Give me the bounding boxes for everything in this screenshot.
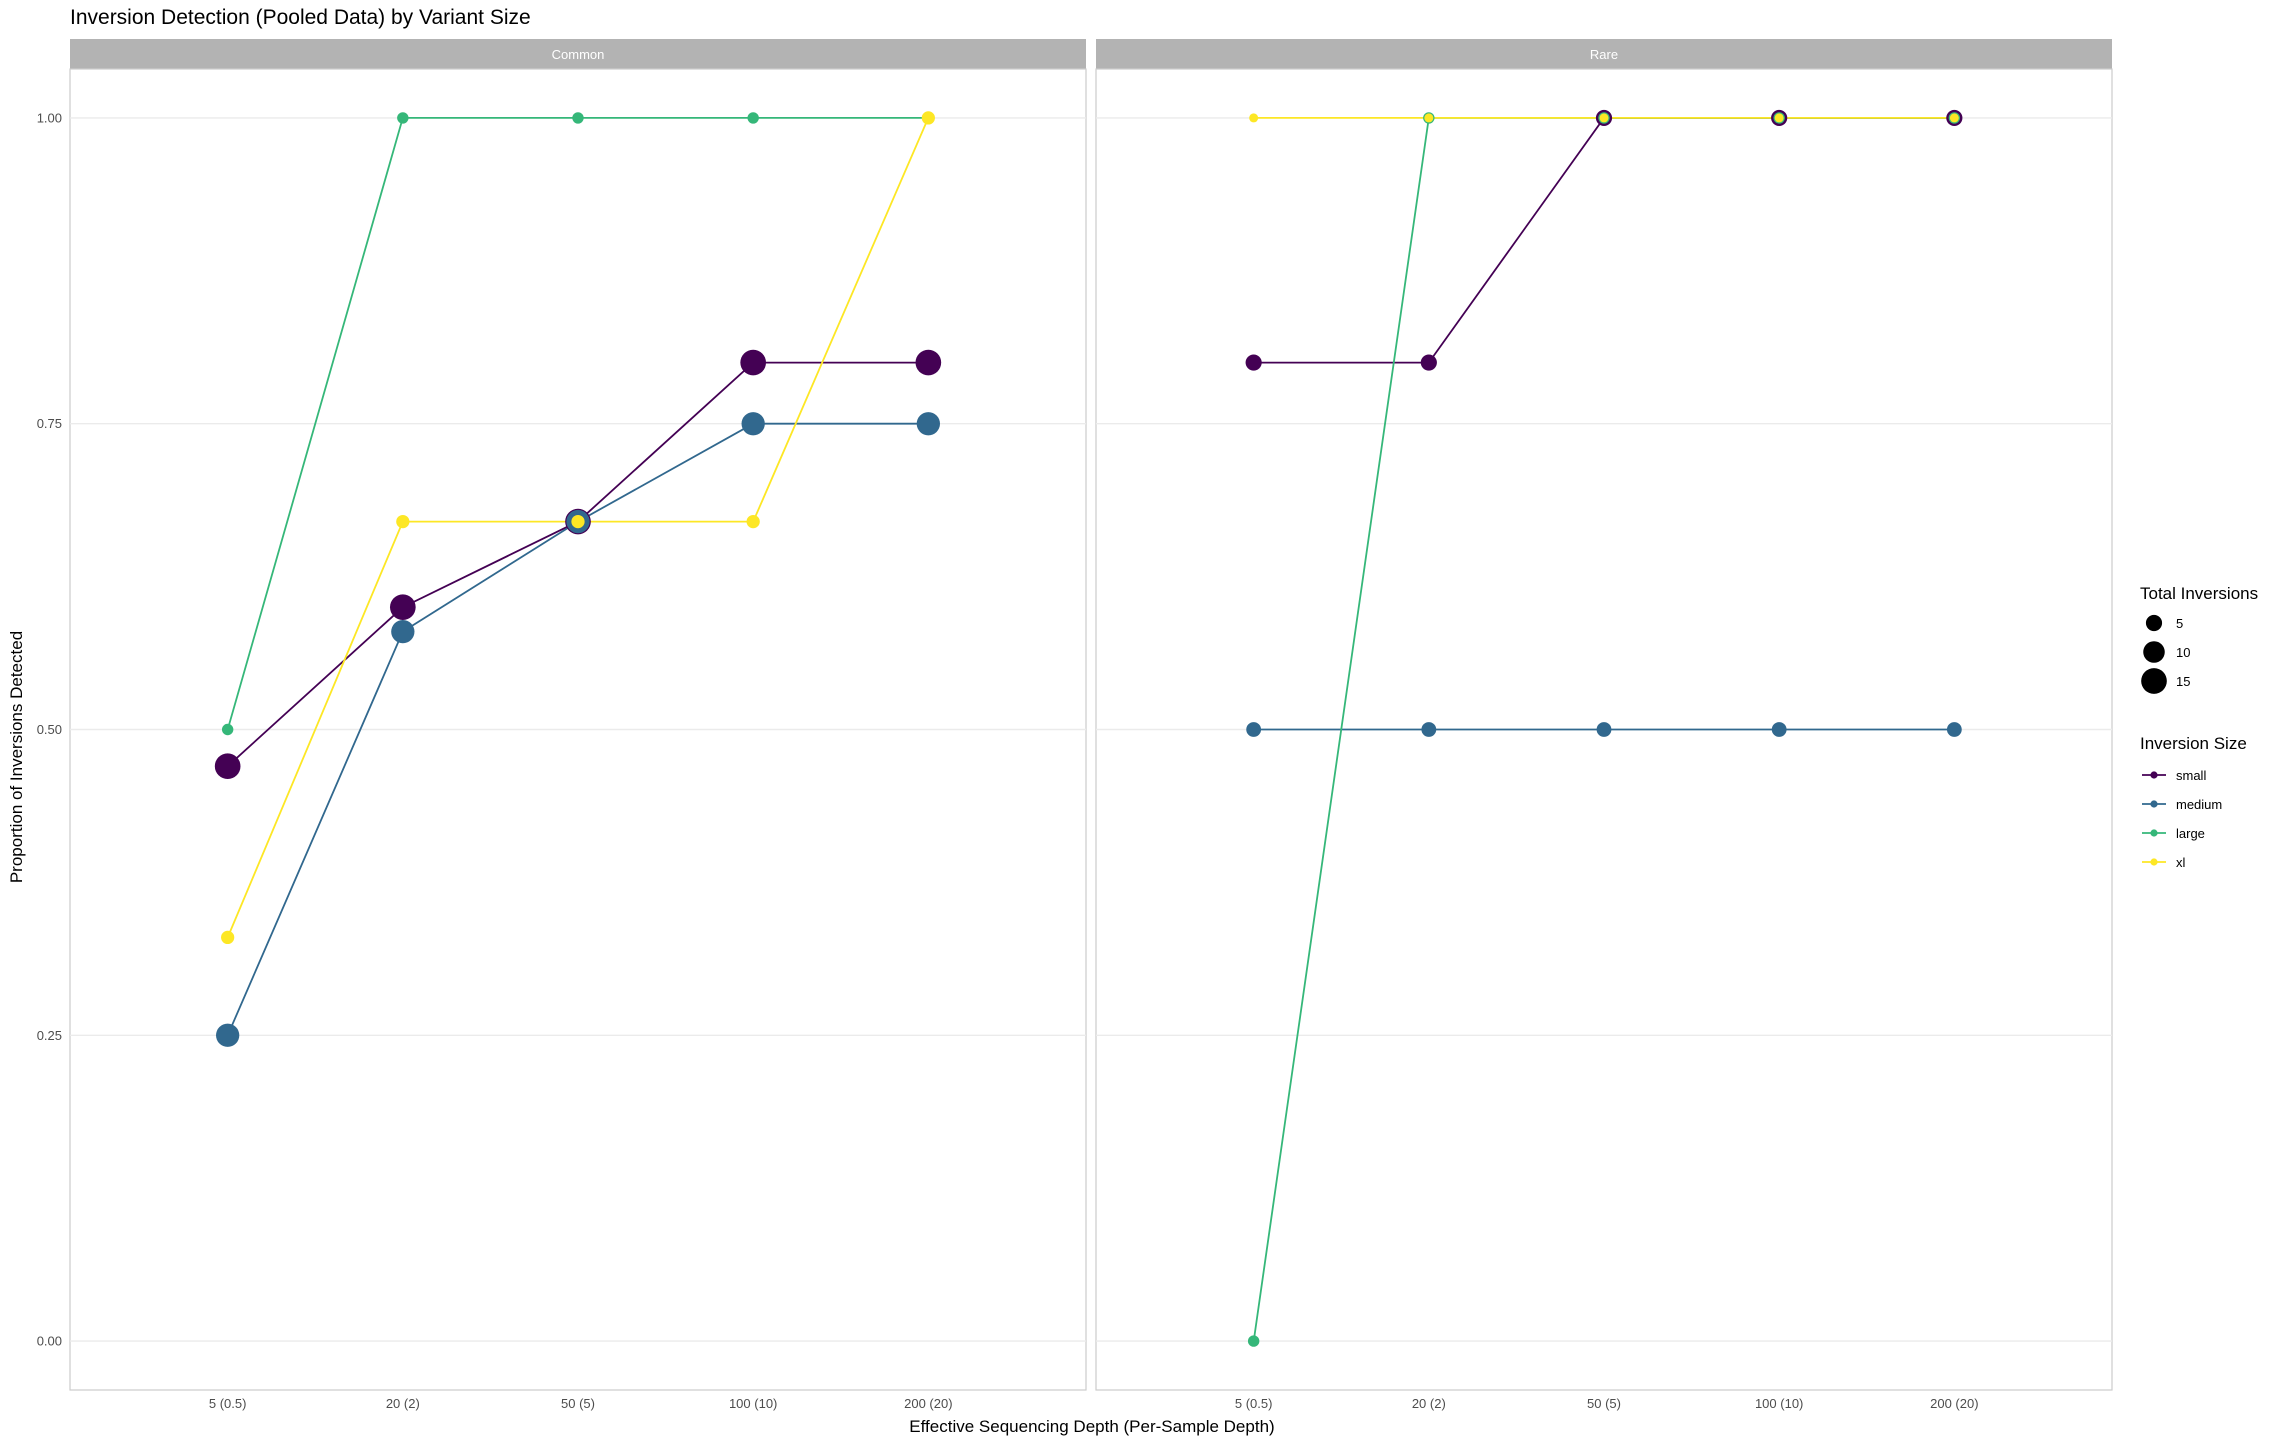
x-tick-label: 200 (20): [1930, 1396, 1978, 1411]
data-point-xl: [221, 930, 235, 945]
size-legend-key: [2145, 614, 2163, 632]
panel-common: Common: [69, 39, 1087, 1391]
x-tick-labels: 5 (0.5) 20 (2) 50 (5) 100 (10) 200 (20) 5 (0.…: [209, 1396, 1979, 1411]
size-legend-key: [2143, 641, 2165, 663]
color-legend-label: small: [2176, 768, 2206, 783]
data-point-medium: [1596, 722, 1612, 737]
data-point-small: [915, 349, 942, 376]
data-point-small: [740, 349, 767, 376]
data-point-medium: [916, 412, 940, 436]
y-tick-label: 0.00: [37, 1334, 62, 1349]
color-legend-key-point: [2150, 800, 2158, 808]
data-point-small: [389, 594, 416, 621]
data-point-medium: [1946, 722, 1962, 737]
data-point-xl: [746, 514, 760, 529]
size-legend-title: Total Inversions: [2140, 584, 2258, 603]
color-legend-label: medium: [2176, 797, 2222, 812]
data-point-small: [214, 753, 241, 780]
size-legend-key: [2141, 668, 2167, 694]
data-point-xl: [396, 514, 410, 529]
data-point-small: [1245, 354, 1262, 371]
data-point-small: [1420, 354, 1437, 371]
data-point-xl: [1599, 113, 1609, 123]
data-point-xl: [1774, 113, 1784, 123]
color-legend-key-point: [2150, 771, 2158, 779]
data-point-large: [1247, 1335, 1260, 1347]
color-legend-label: large: [2176, 826, 2205, 841]
color-legend-key-point: [2150, 829, 2158, 837]
chart: Inversion Detection (Pooled Data) by Var…: [7, 6, 2258, 1436]
data-point-medium: [1246, 722, 1262, 737]
y-tick-label: 0.25: [37, 1028, 62, 1043]
x-tick-label: 5 (0.5): [209, 1396, 247, 1411]
size-legend-label: 15: [2176, 674, 2190, 689]
size-legend-label: 10: [2176, 645, 2190, 660]
x-tick-label: 200 (20): [904, 1396, 952, 1411]
y-tick-labels: 0.00 0.25 0.50 0.75 1.00: [37, 110, 62, 1348]
data-point-medium: [391, 620, 415, 644]
data-point-medium: [741, 412, 765, 436]
x-tick-label: 100 (10): [1755, 1396, 1803, 1411]
x-tick-label: 20 (2): [386, 1396, 420, 1411]
x-tick-label: 100 (10): [729, 1396, 777, 1411]
legend: Total Inversions 5 10 15 Inversion Size small…: [2140, 584, 2258, 870]
panel-rare: Rare: [1095, 39, 2113, 1391]
y-tick-label: 0.50: [37, 722, 62, 737]
facet-strip-label: Rare: [1590, 47, 1618, 62]
color-legend-label: xl: [2176, 855, 2186, 870]
panels: Common Rare: [69, 39, 2113, 1391]
size-legend-label: 5: [2176, 616, 2183, 631]
data-point-xl: [1949, 113, 1959, 123]
x-tick-label: 50 (5): [1587, 1396, 1621, 1411]
y-tick-label: 1.00: [37, 110, 62, 125]
facet-strip-label: Common: [552, 47, 605, 62]
y-tick-label: 0.75: [37, 416, 62, 431]
chart-title: Inversion Detection (Pooled Data) by Var…: [70, 6, 531, 29]
x-tick-label: 50 (5): [561, 1396, 595, 1411]
x-tick-label: 20 (2): [1412, 1396, 1446, 1411]
data-point-xl: [1249, 113, 1259, 123]
data-point-medium: [1771, 722, 1787, 737]
data-point-xl: [921, 111, 935, 125]
x-tick-label: 5 (0.5): [1235, 1396, 1273, 1411]
data-point-large: [397, 112, 409, 124]
y-axis-title: Proportion of Inversions Detected: [7, 631, 26, 883]
data-point-medium: [216, 1023, 240, 1047]
color-legend-key-point: [2150, 858, 2158, 866]
color-legend-title: Inversion Size: [2140, 734, 2247, 753]
data-point-large: [221, 723, 234, 736]
data-point-medium: [1421, 722, 1437, 737]
data-point-large: [747, 112, 759, 124]
data-point-xl: [1424, 113, 1434, 123]
x-axis-title: Effective Sequencing Depth (Per-Sample D…: [909, 1417, 1274, 1436]
data-point-xl: [571, 514, 585, 529]
data-point-large: [572, 112, 584, 124]
